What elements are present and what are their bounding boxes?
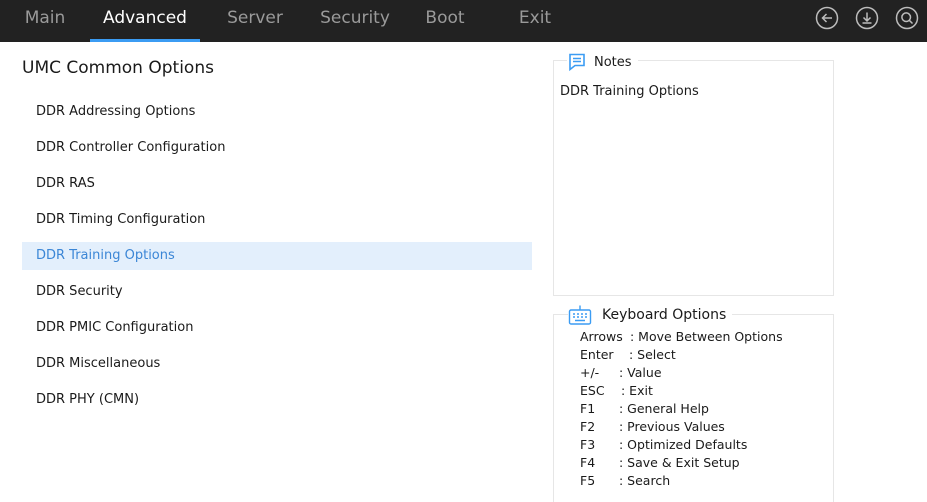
back-icon[interactable] (815, 6, 839, 30)
shortcut-key: F1 (580, 401, 596, 416)
shortcut-key: Arrows (580, 329, 623, 344)
notes-header: Notes (567, 52, 638, 72)
tab-server[interactable]: Server (210, 0, 300, 42)
top-nav-bar: Main Advanced Server Security Boot Exit (0, 0, 927, 42)
menu-item-ddr-training-options[interactable]: DDR Training Options (22, 242, 532, 270)
tab-security[interactable]: Security (310, 0, 400, 42)
download-icon[interactable] (855, 6, 879, 30)
menu-item-ddr-timing-configuration[interactable]: DDR Timing Configuration (22, 206, 532, 234)
section-title: UMC Common Options (22, 58, 214, 78)
shortcut-desc: : Select (629, 347, 676, 362)
notes-icon (567, 52, 587, 72)
tab-server-label: Server (227, 8, 283, 28)
menu-item-ddr-miscellaneous[interactable]: DDR Miscellaneous (22, 350, 532, 378)
active-tab-indicator (90, 39, 200, 42)
shortcut-desc: : Optimized Defaults (619, 437, 748, 452)
options-menu: DDR Addressing Options DDR Controller Co… (22, 98, 532, 422)
shortcut-desc: : Exit (621, 383, 653, 398)
menu-item-ddr-pmic-configuration[interactable]: DDR PMIC Configuration (22, 314, 532, 342)
menu-item-ddr-security[interactable]: DDR Security (22, 278, 532, 306)
shortcut-key: +/- (580, 365, 600, 380)
tab-advanced[interactable]: Advanced (90, 0, 200, 42)
menu-item-ddr-phy-cmn[interactable]: DDR PHY (CMN) (22, 386, 532, 414)
tab-boot-label: Boot (425, 8, 465, 28)
tab-exit[interactable]: Exit (490, 0, 580, 42)
menu-item-ddr-addressing-options[interactable]: DDR Addressing Options (22, 98, 532, 126)
tab-boot[interactable]: Boot (400, 0, 490, 42)
notes-text: DDR Training Options (560, 84, 699, 99)
notes-title: Notes (594, 54, 632, 70)
shortcut-desc: : Search (619, 473, 671, 488)
shortcut-key: F2 (580, 419, 596, 434)
tab-advanced-label: Advanced (103, 8, 187, 28)
shortcut-desc: : General Help (619, 401, 709, 416)
menu-item-ddr-ras[interactable]: DDR RAS (22, 170, 532, 198)
shortcut-desc: : Previous Values (619, 419, 725, 434)
shortcut-desc: : Value (619, 365, 662, 380)
shortcut-key: F4 (580, 455, 596, 470)
menu-item-ddr-controller-configuration[interactable]: DDR Controller Configuration (22, 134, 532, 162)
shortcut-key: F5 (580, 473, 596, 488)
tab-main-label: Main (24, 8, 66, 28)
shortcut-key: ESC (580, 383, 605, 398)
tab-exit-label: Exit (518, 8, 552, 28)
tab-security-label: Security (320, 8, 390, 28)
keyboard-header: Keyboard Options (568, 304, 733, 326)
shortcut-desc: : Save & Exit Setup (619, 455, 740, 470)
keyboard-icon (568, 304, 592, 326)
keyboard-title: Keyboard Options (602, 307, 727, 323)
shortcut-key: F3 (580, 437, 596, 452)
shortcut-desc: : Move Between Options (630, 329, 783, 344)
search-icon[interactable] (895, 6, 919, 30)
shortcut-key: Enter (580, 347, 614, 362)
tab-main[interactable]: Main (0, 0, 90, 42)
